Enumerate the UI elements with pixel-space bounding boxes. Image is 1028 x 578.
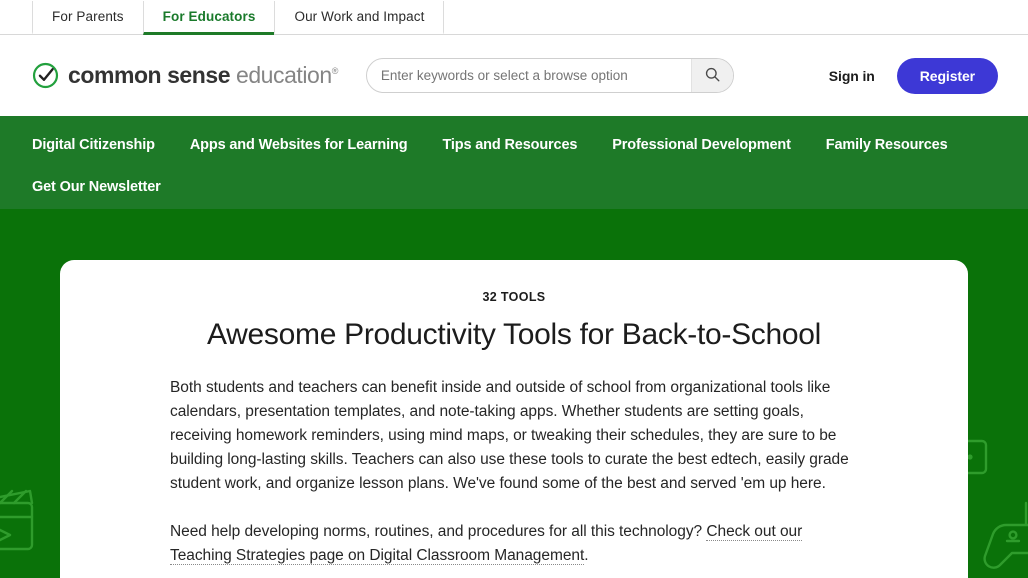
sign-in-link[interactable]: Sign in <box>829 68 875 84</box>
site-logo[interactable]: common sense education® <box>32 62 338 89</box>
search-input[interactable] <box>366 59 691 92</box>
nav-item-get-our-newsletter[interactable]: Get Our Newsletter <box>32 176 161 198</box>
primary-navigation: Digital Citizenship Apps and Websites fo… <box>0 116 1028 209</box>
hero-paragraph-2: Need help developing norms, routines, an… <box>170 520 858 568</box>
nav-item-family-resources[interactable]: Family Resources <box>826 134 948 156</box>
account-actions: Sign in Register <box>829 57 998 94</box>
hero-paragraph-2-tail: . <box>584 547 589 564</box>
hero-eyebrow-count: 32 TOOLS <box>482 290 546 304</box>
site-header: common sense education® Sign in Register <box>0 35 1028 116</box>
tab-for-educators-label: For Educators <box>162 9 256 24</box>
hero-description: Both students and teachers can benefit i… <box>170 376 858 568</box>
tab-for-parents-label: For Parents <box>52 9 124 24</box>
search-icon <box>704 66 721 86</box>
logo-registered-mark: ® <box>331 66 339 76</box>
check-circle-logo-icon <box>32 62 59 89</box>
tab-for-parents[interactable]: For Parents <box>32 1 143 35</box>
hero-paragraph-1: Both students and teachers can benefit i… <box>170 379 849 492</box>
hero-section: 32 TOOLS Awesome Productivity Tools for … <box>0 209 1028 578</box>
site-logo-wordmark: common sense education® <box>68 64 338 87</box>
register-button[interactable]: Register <box>896 57 998 94</box>
logo-light-text: education <box>236 62 332 88</box>
site-search <box>365 58 734 93</box>
nav-item-digital-citizenship[interactable]: Digital Citizenship <box>32 134 155 156</box>
logo-bold-text: common sense <box>68 62 231 88</box>
tab-our-work-and-impact[interactable]: Our Work and Impact <box>274 1 445 35</box>
nav-item-professional-development[interactable]: Professional Development <box>612 134 791 156</box>
audience-tab-bar: For Parents For Educators Our Work and I… <box>0 0 1028 35</box>
nav-item-apps-and-websites[interactable]: Apps and Websites for Learning <box>190 134 408 156</box>
tab-for-educators[interactable]: For Educators <box>142 1 275 35</box>
search-submit-button[interactable] <box>690 59 733 92</box>
hero-paragraph-2-lead: Need help developing norms, routines, an… <box>170 523 707 540</box>
page-title: Awesome Productivity Tools for Back-to-S… <box>207 318 821 351</box>
tab-our-work-and-impact-label: Our Work and Impact <box>294 9 425 24</box>
hero-content-card: 32 TOOLS Awesome Productivity Tools for … <box>60 260 968 578</box>
nav-item-tips-and-resources[interactable]: Tips and Resources <box>442 134 577 156</box>
